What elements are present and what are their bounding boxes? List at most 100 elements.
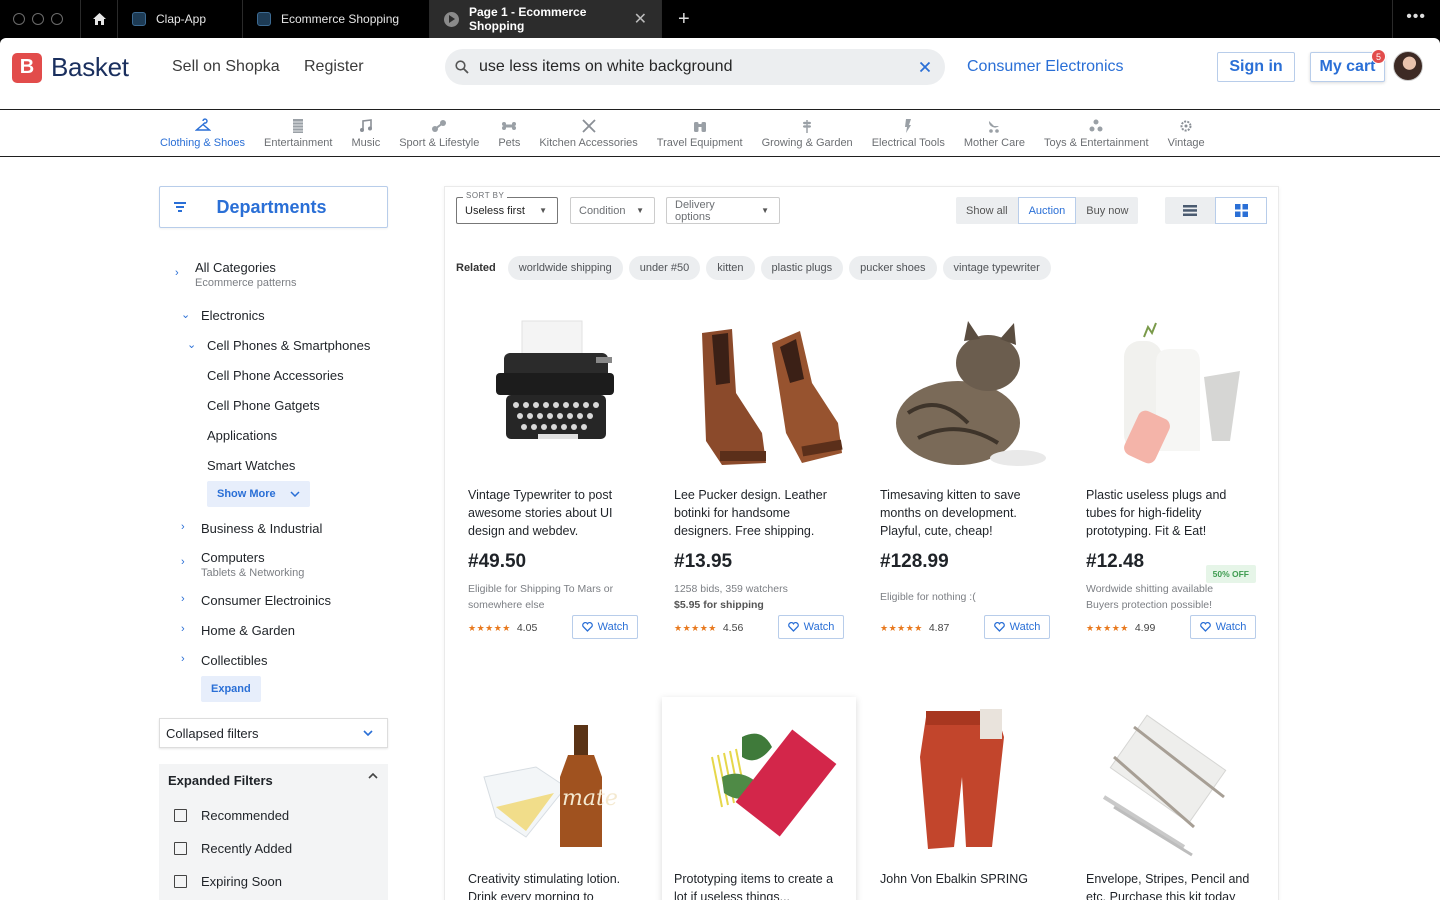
filter-show-all[interactable]: Show all — [956, 197, 1018, 224]
product-image-trousers[interactable] — [868, 697, 1062, 857]
filter-expiring-soon[interactable]: Expiring Soon — [174, 874, 378, 889]
collapsed-filters-dropdown[interactable]: Collapsed filters — [159, 718, 388, 748]
caret-down-icon: ▼ — [539, 206, 547, 215]
tab-page-1[interactable]: Page 1 - Ecommerce Shopping ✕ — [430, 0, 662, 38]
product-card[interactable]: Plastic useless plugs and tubes for high… — [1074, 313, 1268, 643]
category-growing-garden[interactable]: Growing & Garden — [762, 118, 853, 149]
category-music[interactable]: Music — [351, 118, 380, 149]
tree-item-smart-watches[interactable]: Smart Watches — [207, 458, 388, 473]
category-toys-entertainment[interactable]: Toys & Entertainment — [1044, 118, 1149, 149]
home-button[interactable] — [80, 0, 118, 38]
related-chip[interactable]: kitten — [706, 256, 755, 280]
basket-logo[interactable]: B Basket — [12, 52, 129, 83]
product-image-prototyping-items[interactable] — [662, 697, 856, 857]
product-card[interactable]: Envelope, Stripes, Pencil and etc. Purch… — [1074, 697, 1268, 900]
tree-item-applications[interactable]: Applications — [207, 428, 388, 443]
checkbox[interactable] — [174, 842, 187, 855]
maximize-window-button[interactable] — [51, 13, 63, 25]
tree-item-home-garden[interactable]: › Home & Garden — [181, 623, 388, 638]
product-image-plugs[interactable] — [1074, 313, 1268, 473]
search-input[interactable]: use less items on white background — [479, 58, 919, 76]
category-entertainment[interactable]: Entertainment — [264, 118, 332, 149]
filter-auction[interactable]: Auction — [1017, 197, 1077, 224]
tree-item-electronics[interactable]: ⌄ Electronics — [181, 308, 388, 323]
tree-item-all-categories[interactable]: › All Categories Ecommerce patterns — [175, 260, 388, 289]
product-title[interactable]: Prototyping items to create a lot if use… — [662, 870, 856, 900]
product-title[interactable]: Creativity stimulating lotion. Drink eve… — [456, 870, 650, 900]
delivery-options-select[interactable]: Delivery options ▼ — [666, 197, 780, 224]
filter-recently-added[interactable]: Recently Added — [174, 841, 378, 856]
product-image-boots[interactable] — [662, 313, 856, 473]
grid-view-button[interactable] — [1215, 197, 1267, 224]
category-sport-lifestyle[interactable]: Sport & Lifestyle — [399, 118, 479, 149]
sort-by-select[interactable]: SORT BY Useless first ▼ — [456, 191, 558, 224]
category-bar: Clothing & Shoes Entertainment Music Spo… — [0, 109, 1440, 157]
departments-button[interactable]: Departments — [159, 186, 388, 228]
avatar[interactable] — [1393, 51, 1423, 81]
expand-button[interactable]: Expand — [201, 676, 261, 702]
category-mother-care[interactable]: Mother Care — [964, 118, 1025, 149]
related-chip[interactable]: pucker shoes — [849, 256, 937, 280]
watch-button[interactable]: Watch — [778, 615, 844, 639]
watch-button[interactable]: Watch — [572, 615, 638, 639]
tree-item-collectibles[interactable]: › Collectibles — [181, 653, 388, 668]
filter-buy-now[interactable]: Buy now — [1076, 197, 1138, 224]
product-image-kitten[interactable] — [868, 313, 1062, 473]
more-menu-icon[interactable]: ••• — [1406, 8, 1426, 26]
tree-item-cell-phone-gatgets[interactable]: Cell Phone Gatgets — [207, 398, 388, 413]
category-clothing-shoes[interactable]: Clothing & Shoes — [160, 117, 245, 149]
product-card[interactable]: mate Creativity stimulating lotion. Drin… — [456, 697, 650, 900]
product-title[interactable]: Timesaving kitten to save months on deve… — [868, 486, 1062, 540]
product-image-envelope-kit[interactable] — [1074, 697, 1268, 857]
condition-select[interactable]: Condition ▼ — [570, 197, 655, 224]
close-tab-icon[interactable]: ✕ — [634, 9, 647, 29]
sell-link[interactable]: Sell on Shopka — [172, 58, 280, 76]
filter-recommended[interactable]: Recommended — [174, 808, 378, 823]
watch-button[interactable]: Watch — [1190, 615, 1256, 639]
tree-item-cell-phones[interactable]: ⌄ Cell Phones & Smartphones — [187, 338, 388, 353]
checkbox[interactable] — [174, 875, 187, 888]
category-kitchen-accessories[interactable]: Kitchen Accessories — [539, 118, 638, 149]
product-card[interactable]: Prototyping items to create a lot if use… — [662, 697, 856, 900]
show-more-button[interactable]: Show More — [207, 481, 310, 507]
category-vintage[interactable]: Vintage — [1168, 118, 1205, 149]
product-title[interactable]: Plastic useless plugs and tubes for high… — [1074, 486, 1268, 540]
product-card[interactable]: Vintage Typewriter to post awesome stori… — [456, 313, 650, 643]
register-link[interactable]: Register — [304, 58, 364, 76]
category-travel-equipment[interactable]: Travel Equipment — [657, 118, 743, 149]
category-pets[interactable]: Pets — [498, 118, 520, 149]
related-chip[interactable]: plastic plugs — [760, 256, 844, 280]
tab-clap-app[interactable]: Clap-App — [118, 0, 243, 38]
product-card[interactable]: John Von Ebalkin SPRING — [868, 697, 1062, 900]
product-title[interactable]: John Von Ebalkin SPRING — [868, 870, 1062, 888]
clear-search-icon[interactable] — [919, 61, 931, 73]
related-chip[interactable]: under #50 — [628, 256, 701, 280]
view-mode-toggle — [1165, 197, 1267, 224]
tab-ecommerce-shopping[interactable]: Ecommerce Shopping — [243, 0, 430, 38]
logo-text: Basket — [51, 52, 129, 82]
consumer-electronics-link[interactable]: Consumer Electronics — [967, 58, 1124, 76]
tree-item-consumer-electronics[interactable]: › Consumer Electroinics — [181, 593, 388, 608]
minimize-window-button[interactable] — [32, 13, 44, 25]
expanded-filters-header[interactable]: Expanded Filters — [168, 773, 378, 788]
tree-item-business[interactable]: › Business & Industrial — [181, 521, 388, 536]
close-window-button[interactable] — [13, 13, 25, 25]
sign-in-button[interactable]: Sign in — [1217, 52, 1295, 82]
search-bar[interactable]: use less items on white background — [445, 49, 945, 85]
product-card[interactable]: Timesaving kitten to save months on deve… — [868, 313, 1062, 643]
related-chip[interactable]: vintage typewriter — [942, 256, 1051, 280]
list-view-button[interactable] — [1165, 197, 1215, 224]
product-image-lotion[interactable]: mate — [456, 697, 650, 857]
tree-item-computers[interactable]: › Computers Tablets & Networking — [181, 550, 388, 579]
product-card[interactable]: Lee Pucker design. Leather botinki for h… — [662, 313, 856, 643]
product-title[interactable]: Envelope, Stripes, Pencil and etc. Purch… — [1074, 870, 1268, 900]
product-title[interactable]: Lee Pucker design. Leather botinki for h… — [662, 486, 856, 540]
checkbox[interactable] — [174, 809, 187, 822]
product-title[interactable]: Vintage Typewriter to post awesome stori… — [456, 486, 650, 540]
product-image-typewriter[interactable] — [456, 313, 650, 473]
related-chip[interactable]: worldwide shipping — [507, 256, 623, 280]
tree-item-cell-phone-accessories[interactable]: Cell Phone Accessories — [207, 368, 388, 383]
watch-button[interactable]: Watch — [984, 615, 1050, 639]
new-tab-button[interactable]: + — [662, 8, 706, 31]
category-electrical-tools[interactable]: Electrical Tools — [872, 118, 945, 149]
